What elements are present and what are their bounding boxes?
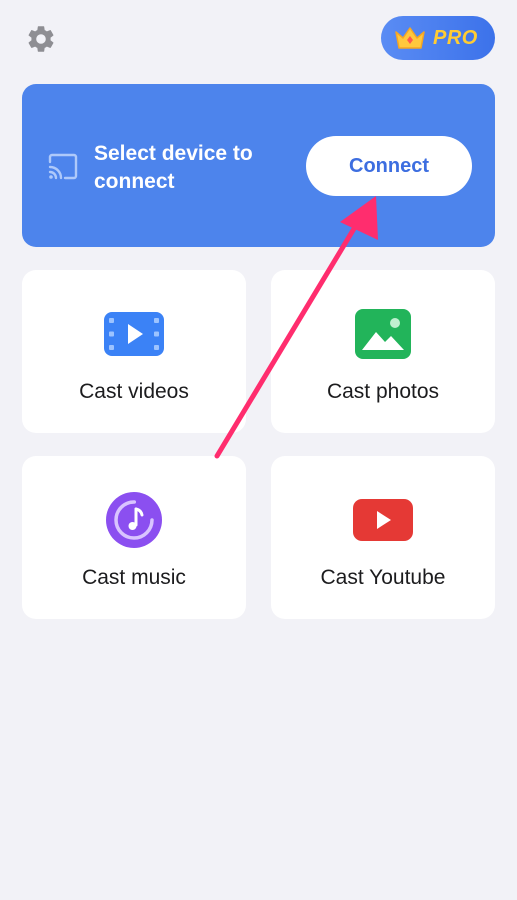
pro-label: PRO <box>433 26 478 49</box>
photo-icon <box>355 309 411 359</box>
cast-music-label: Cast music <box>82 566 186 589</box>
connect-button[interactable]: Connect <box>306 136 472 196</box>
pro-upgrade-button[interactable]: PRO <box>381 16 495 60</box>
gear-icon <box>28 26 54 52</box>
connect-card: Select device to connect Connect <box>22 84 495 247</box>
crown-icon <box>393 24 427 52</box>
cast-photos-tile[interactable]: Cast photos <box>271 270 495 433</box>
cast-photos-label: Cast photos <box>326 380 440 403</box>
cast-youtube-label: Cast Youtube <box>320 566 446 589</box>
connect-title: Select device to connect <box>94 142 253 193</box>
youtube-icon <box>353 499 413 541</box>
music-icon <box>106 492 162 548</box>
cast-videos-tile[interactable]: Cast videos <box>22 270 246 433</box>
video-icon <box>104 312 164 356</box>
cast-youtube-tile[interactable]: Cast Youtube <box>271 456 495 619</box>
cast-videos-label: Cast videos <box>79 380 189 403</box>
cast-icon <box>48 153 78 180</box>
cast-music-tile[interactable]: Cast music <box>22 456 246 619</box>
settings-button[interactable] <box>24 22 58 56</box>
